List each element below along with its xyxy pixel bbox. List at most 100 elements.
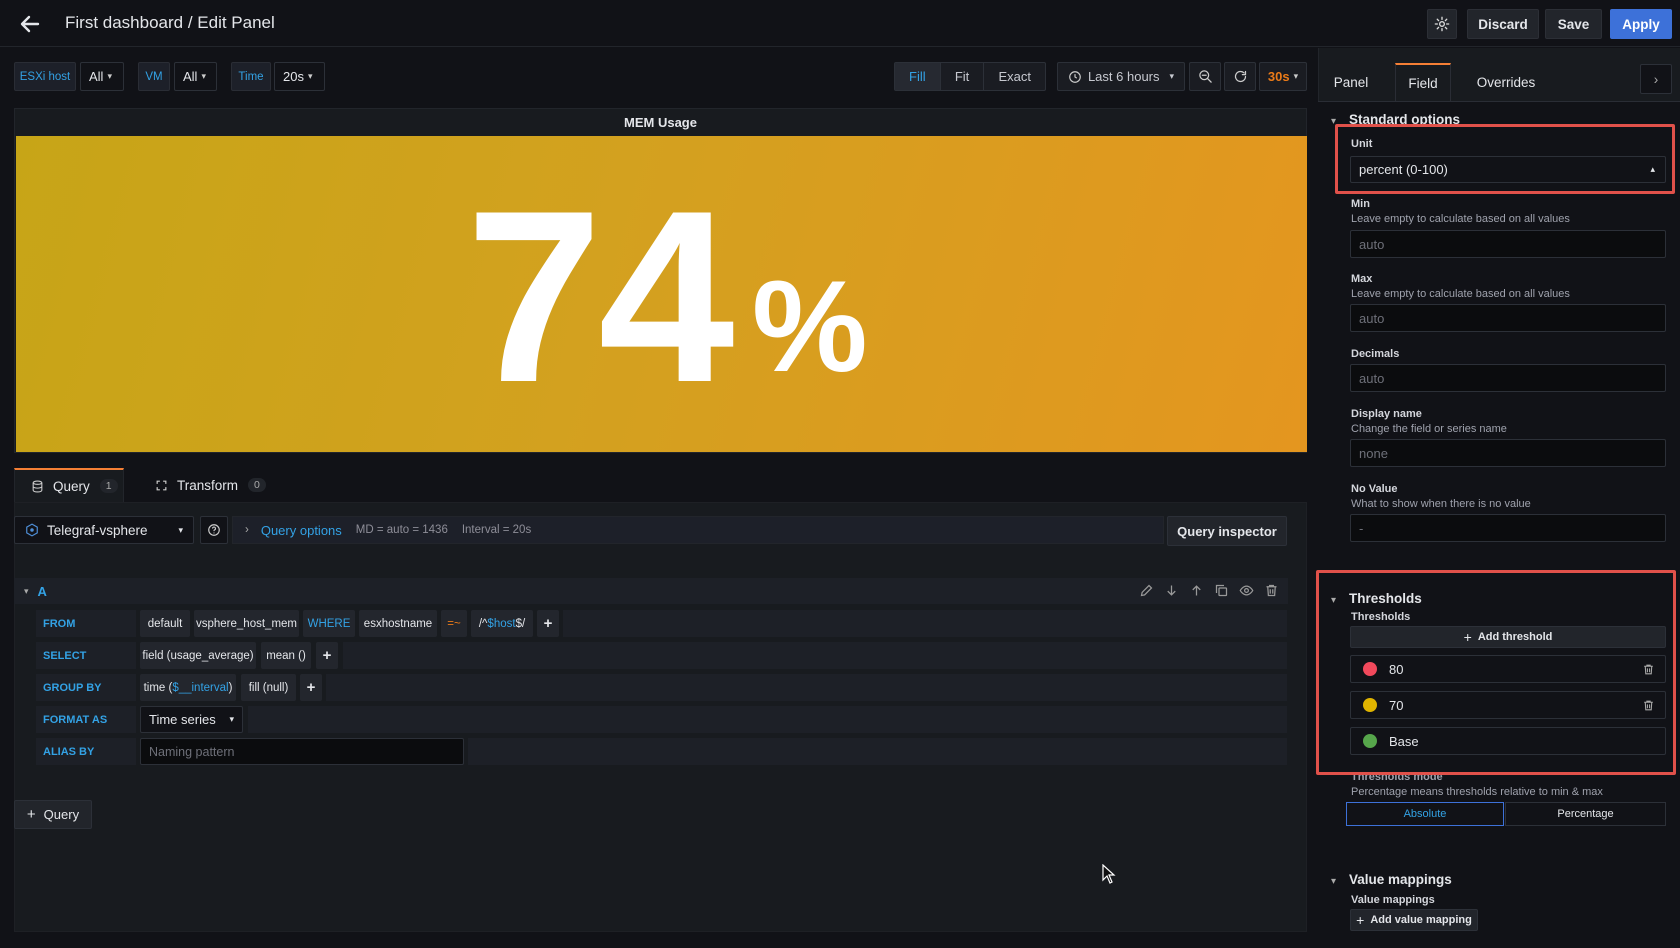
format-as-value: Time series — [149, 712, 216, 727]
query-count-badge: 1 — [99, 479, 118, 493]
datasource-picker[interactable]: Telegraf-vsphere ▾ — [14, 516, 194, 544]
stat-value: 74 — [466, 159, 735, 433]
query-options-md: MD = auto = 1436 — [355, 524, 448, 536]
chevron-down-icon: ▾ — [178, 524, 183, 535]
arrow-down-icon[interactable] — [1164, 583, 1179, 598]
datasource-help-button[interactable] — [200, 516, 228, 544]
chevron-down-icon[interactable]: ▾ — [1331, 876, 1336, 887]
interval-variable: $__interval — [172, 681, 229, 694]
max-input[interactable]: auto — [1350, 304, 1666, 332]
apply-button[interactable]: Apply — [1610, 9, 1672, 39]
copy-icon[interactable] — [1214, 583, 1229, 598]
regex-prefix: /^ — [478, 617, 488, 630]
thresholds-section-header[interactable]: Thresholds — [1349, 591, 1422, 606]
variable-select-vm[interactable]: All ▾ — [174, 62, 217, 91]
trash-icon[interactable] — [1642, 699, 1655, 712]
trash-icon[interactable] — [1642, 663, 1655, 676]
variable-value: All — [89, 69, 104, 84]
tab-field[interactable]: Field — [1395, 63, 1451, 101]
alias-by-input[interactable]: Naming pattern — [140, 738, 464, 765]
select-label: SELECT — [36, 642, 136, 669]
mode-absolute-button[interactable]: Absolute — [1346, 802, 1504, 826]
threshold-color-swatch[interactable] — [1363, 662, 1377, 676]
threshold-row[interactable]: 80 — [1350, 655, 1666, 683]
chevron-up-icon: ▴ — [1650, 164, 1655, 174]
tab-transform[interactable]: Transform 0 — [140, 468, 270, 502]
variable-select-time[interactable]: 20s ▾ — [274, 62, 325, 91]
select-aggregation[interactable]: mean () — [261, 642, 311, 669]
from-policy[interactable]: default — [140, 610, 190, 637]
top-bar: First dashboard / Edit Panel Discard Sav… — [0, 0, 1680, 47]
view-mode-fit[interactable]: Fit — [941, 63, 985, 90]
tab-overrides[interactable]: Overrides — [1462, 63, 1550, 101]
variable-select-esxi-host[interactable]: All ▾ — [80, 62, 124, 91]
display-name-input[interactable]: none — [1350, 439, 1666, 467]
value-mappings-section-header[interactable]: Value mappings — [1349, 872, 1452, 887]
threshold-value[interactable]: 80 — [1389, 662, 1403, 677]
mouse-cursor-icon — [1102, 864, 1116, 884]
chevron-down-icon: ▾ — [229, 714, 234, 724]
min-input[interactable]: auto — [1350, 230, 1666, 258]
group-by-time[interactable]: time ($__interval) — [140, 674, 236, 701]
save-button[interactable]: Save — [1545, 9, 1602, 39]
chevron-down-icon[interactable]: ▾ — [1331, 116, 1336, 127]
plus-icon: + — [1356, 912, 1365, 928]
mode-percentage-button[interactable]: Percentage — [1505, 802, 1666, 826]
zoom-out-button[interactable] — [1189, 62, 1221, 91]
view-mode-fill[interactable]: Fill — [895, 63, 941, 90]
select-field[interactable]: field (usage_average) — [140, 642, 256, 669]
where-value[interactable]: /^ $host $/ — [471, 610, 533, 637]
threshold-color-swatch[interactable] — [1363, 698, 1377, 712]
back-arrow-icon[interactable] — [18, 12, 42, 36]
unit-select[interactable]: percent (0-100) ▴ — [1350, 156, 1666, 183]
tab-query-label: Query — [53, 478, 90, 494]
standard-options-header[interactable]: Standard options — [1349, 112, 1460, 127]
threshold-value[interactable]: 70 — [1389, 698, 1403, 713]
add-value-mapping-button[interactable]: + Add value mapping — [1350, 909, 1478, 931]
format-as-select[interactable]: Time series ▾ — [140, 706, 243, 733]
panel-preview: MEM Usage 74 % — [14, 108, 1307, 453]
trash-icon[interactable] — [1264, 583, 1279, 598]
tab-query[interactable]: Query 1 — [14, 468, 124, 502]
refresh-interval-picker[interactable]: 30s ▾ — [1259, 62, 1307, 91]
refresh-button[interactable] — [1224, 62, 1256, 91]
from-measurement[interactable]: vsphere_host_mem — [194, 610, 299, 637]
add-group-by-button[interactable]: + — [300, 674, 322, 701]
arrow-up-icon[interactable] — [1189, 583, 1204, 598]
threshold-row[interactable]: 70 — [1350, 691, 1666, 719]
where-tag[interactable]: esxhostname — [359, 610, 437, 637]
discard-button[interactable]: Discard — [1467, 9, 1539, 39]
transform-count-badge: 0 — [248, 478, 266, 492]
tab-panel[interactable]: Panel — [1318, 63, 1384, 101]
query-options-interval: Interval = 20s — [461, 524, 532, 536]
threshold-color-swatch[interactable] — [1363, 734, 1377, 748]
variable-label-time: Time — [231, 62, 271, 91]
query-row-header[interactable]: ▾ A — [14, 578, 1288, 604]
eye-icon[interactable] — [1239, 583, 1254, 598]
pencil-icon[interactable] — [1139, 583, 1154, 598]
view-mode-exact[interactable]: Exact — [984, 63, 1045, 90]
add-where-button[interactable]: + — [537, 610, 559, 637]
chevron-down-icon[interactable]: ▾ — [1331, 595, 1336, 606]
thresholds-mode-label: Thresholds mode — [1351, 771, 1443, 783]
question-icon — [208, 524, 220, 536]
group-by-fill[interactable]: fill (null) — [241, 674, 296, 701]
query-inspector-button[interactable]: Query inspector — [1167, 516, 1287, 546]
add-value-mapping-label: Add value mapping — [1370, 914, 1472, 926]
chevron-down-icon: ▾ — [1293, 71, 1299, 81]
no-value-input[interactable]: - — [1350, 514, 1666, 542]
chevron-right-icon: › — [245, 524, 249, 536]
add-query-button[interactable]: + Query — [14, 800, 92, 829]
time-range-picker[interactable]: Last 6 hours ▾ — [1057, 62, 1185, 91]
panel-title[interactable]: MEM Usage — [15, 115, 1306, 130]
where-operator[interactable]: =~ — [441, 610, 467, 637]
settings-button[interactable] — [1427, 9, 1457, 39]
add-threshold-button[interactable]: + Add threshold — [1350, 626, 1666, 648]
query-options-bar[interactable]: › Query options MD = auto = 1436 Interva… — [232, 516, 1164, 544]
threshold-row[interactable]: Base — [1350, 727, 1666, 755]
unit-value: percent (0-100) — [1359, 162, 1448, 177]
collapse-sidebar-button[interactable]: › — [1640, 64, 1672, 94]
thresholds-mode-description: Percentage means thresholds relative to … — [1351, 786, 1603, 798]
add-select-button[interactable]: + — [316, 642, 338, 669]
decimals-input[interactable]: auto — [1350, 364, 1666, 392]
